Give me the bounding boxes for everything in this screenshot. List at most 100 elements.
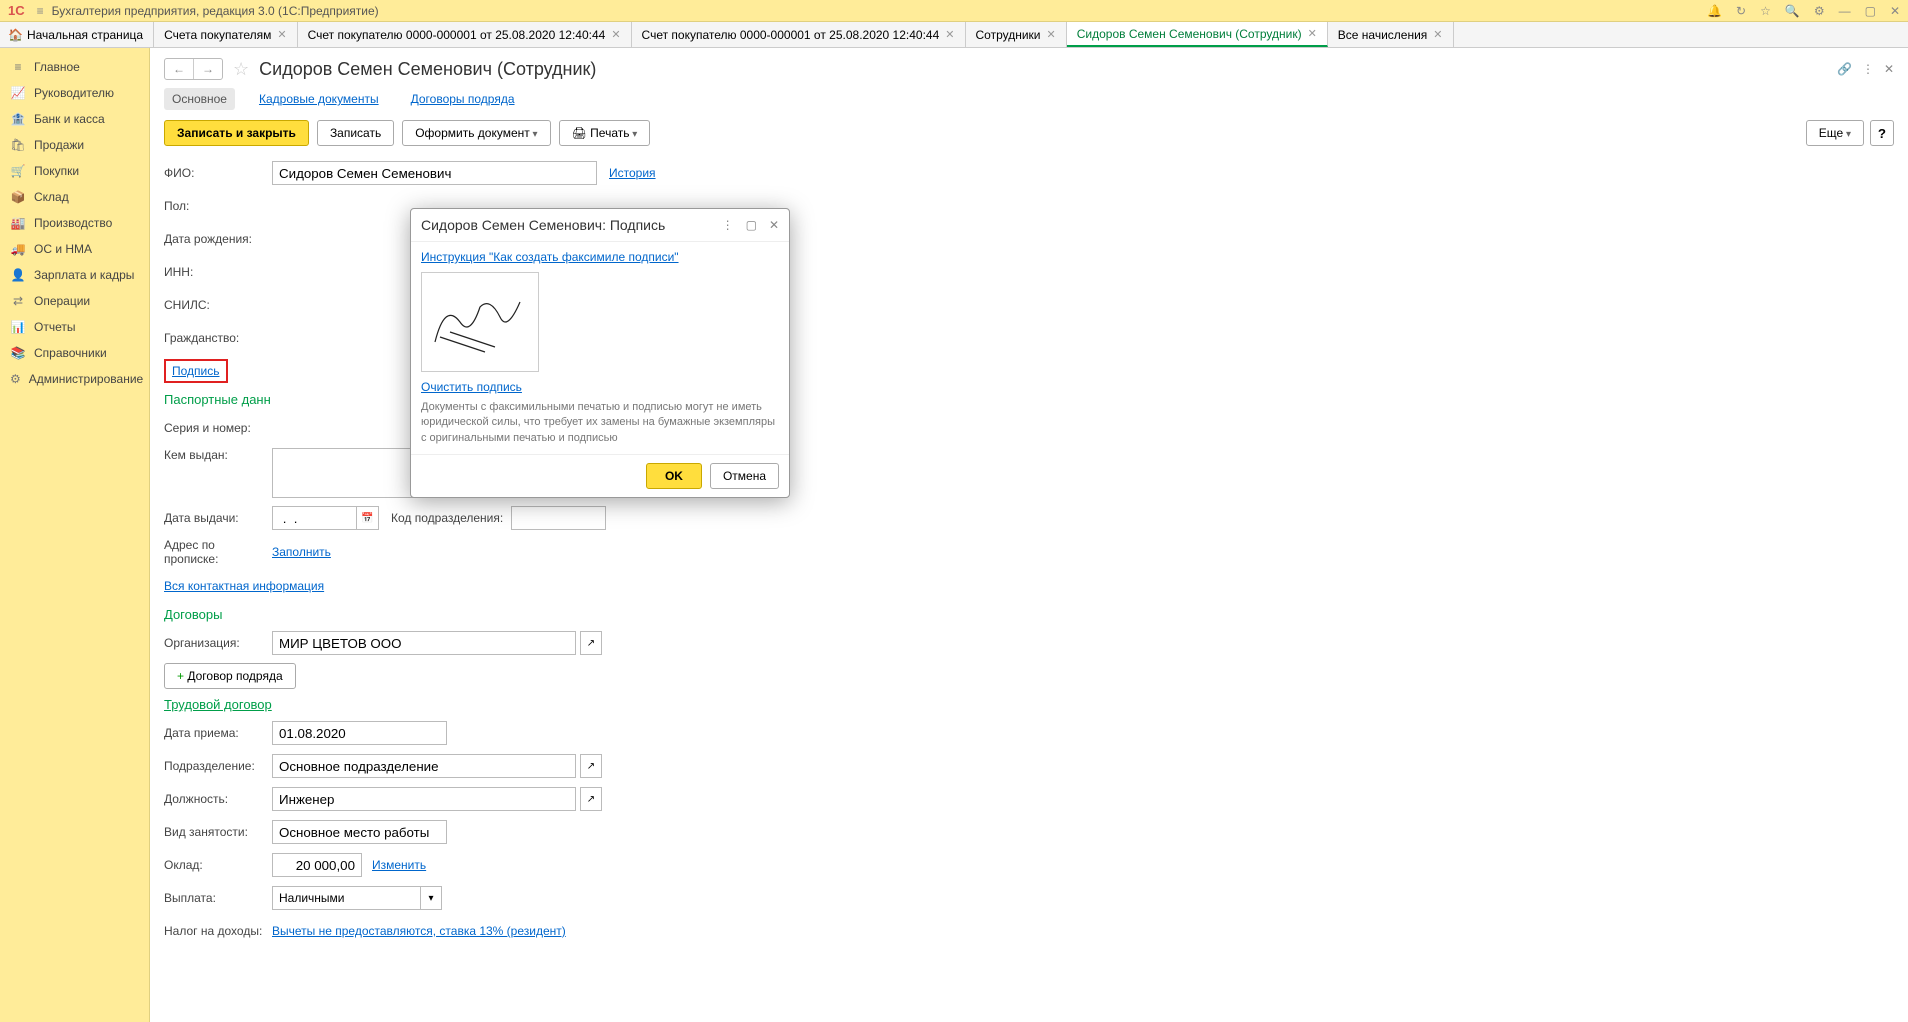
change-link[interactable]: Изменить <box>372 858 426 872</box>
payment-dropdown-icon[interactable]: ▾ <box>420 886 442 910</box>
minimize-icon[interactable]: — <box>1839 4 1851 18</box>
sidebar-item-label: Банк и касса <box>34 112 105 126</box>
salary-input[interactable] <box>272 853 362 877</box>
sidebar-item-production[interactable]: 🏭Производство <box>0 210 149 236</box>
tab-item[interactable]: Счет покупателю 0000-000001 от 25.08.202… <box>298 22 632 47</box>
help-button[interactable]: ? <box>1870 120 1894 146</box>
calendar-icon[interactable]: 📅 <box>357 506 379 530</box>
dept-input[interactable] <box>272 754 576 778</box>
address-label: Адрес по прописке: <box>164 538 272 566</box>
org-open-icon[interactable]: ↗ <box>580 631 602 655</box>
issue-date-input[interactable] <box>272 506 357 530</box>
sidebar-item-directories[interactable]: 📚Справочники <box>0 340 149 366</box>
sidebar-item-sales[interactable]: 🛍Продажи <box>0 132 149 158</box>
fio-input[interactable] <box>272 161 597 185</box>
clear-signature-link[interactable]: Очистить подпись <box>421 380 522 394</box>
more-button[interactable]: Еще <box>1806 120 1864 146</box>
hire-date-input[interactable] <box>272 721 447 745</box>
back-button[interactable]: ← <box>165 59 194 79</box>
contracts-section-head: Договоры <box>164 607 1894 622</box>
sidebar-item-label: ОС и НМА <box>34 242 92 256</box>
modal-maximize-icon[interactable]: ▢ <box>746 218 757 232</box>
tab-item[interactable]: Сотрудники✕ <box>966 22 1067 47</box>
print-button[interactable]: 🖨 Печать <box>559 120 651 146</box>
link-icon[interactable]: 🔗 <box>1837 62 1852 76</box>
cancel-button[interactable]: Отмена <box>710 463 779 489</box>
tab-label: Счета покупателям <box>164 28 271 42</box>
signature-link[interactable]: Подпись <box>172 364 220 378</box>
trud-section-head[interactable]: Трудовой договор <box>164 697 1894 712</box>
settings-icon[interactable]: ⚙ <box>1814 4 1825 18</box>
subtab-dogovor[interactable]: Договоры подряда <box>403 88 523 110</box>
tab-close-icon[interactable]: ✕ <box>611 28 620 41</box>
sidebar-item-purchases[interactable]: 🛒Покупки <box>0 158 149 184</box>
tab-item[interactable]: Счета покупателям ✕ <box>154 22 298 47</box>
tab-item[interactable]: Все начисления✕ <box>1328 22 1454 47</box>
sidebar-item-assets[interactable]: 🚚 ОС и НМА <box>0 236 149 262</box>
tab-bar: 🏠 Начальная страница Счета покупателям✕ … <box>0 22 1908 48</box>
modal-note: Документы с факсимильными печатью и подп… <box>421 400 779 446</box>
kebab-icon[interactable]: ⋮ <box>1862 62 1874 76</box>
dept-open-icon[interactable]: ↗ <box>580 754 602 778</box>
payment-label: Выплата: <box>164 891 272 905</box>
employment-input[interactable] <box>272 820 447 844</box>
content-area: ← → ☆ Сидоров Семен Семенович (Сотрудник… <box>150 48 1908 1022</box>
salary-label: Оклад: <box>164 858 272 872</box>
series-label: Серия и номер: <box>164 421 272 435</box>
tab-home[interactable]: 🏠 Начальная страница <box>0 22 154 47</box>
bell-icon[interactable]: 🔔 <box>1707 4 1722 18</box>
sidebar-item-operations[interactable]: ⇄Операции <box>0 288 149 314</box>
tab-close-icon[interactable]: ✕ <box>1047 28 1056 41</box>
subtab-kadr[interactable]: Кадровые документы <box>251 88 387 110</box>
app-logo: 1С <box>8 3 25 18</box>
tab-close-icon[interactable]: ✕ <box>1433 28 1442 41</box>
history-link[interactable]: История <box>609 166 656 180</box>
favorite-star-icon[interactable]: ☆ <box>233 59 249 80</box>
sidebar-item-label: Операции <box>34 294 90 308</box>
sidebar-item-bank[interactable]: 🏦Банк и касса <box>0 106 149 132</box>
sidebar-item-reports[interactable]: 📊Отчеты <box>0 314 149 340</box>
forward-button[interactable]: → <box>194 59 222 79</box>
title-bar: 1С ≡ Бухгалтерия предприятия, редакция 3… <box>0 0 1908 22</box>
sidebar-item-hr[interactable]: 👤Зарплата и кадры <box>0 262 149 288</box>
close-icon[interactable]: ✕ <box>1890 4 1900 18</box>
position-open-icon[interactable]: ↗ <box>580 787 602 811</box>
truck-icon: 🚚 <box>10 242 26 256</box>
tab-close-icon[interactable]: ✕ <box>277 28 286 41</box>
fill-link[interactable]: Заполнить <box>272 545 331 559</box>
pol-label: Пол: <box>164 199 272 213</box>
all-contact-link[interactable]: Вся контактная информация <box>164 579 324 593</box>
sidebar-item-warehouse[interactable]: 📦Склад <box>0 184 149 210</box>
books-icon: 📚 <box>10 346 26 360</box>
tab-item[interactable]: Счет покупателю 0000-000001 от 25.08.202… <box>632 22 966 47</box>
tab-close-icon[interactable]: ✕ <box>1308 27 1317 40</box>
hamburger-icon[interactable]: ≡ <box>37 4 44 18</box>
dept-code-input[interactable] <box>511 506 606 530</box>
sidebar-item-label: Администрирование <box>29 372 143 386</box>
fio-label: ФИО: <box>164 166 272 180</box>
org-input[interactable] <box>272 631 576 655</box>
sidebar-item-main[interactable]: ≡Главное <box>0 54 149 80</box>
position-input[interactable] <box>272 787 576 811</box>
ok-button[interactable]: OK <box>646 463 702 489</box>
maximize-icon[interactable]: ▢ <box>1865 4 1876 18</box>
save-button[interactable]: Записать <box>317 120 394 146</box>
star-icon[interactable]: ☆ <box>1760 4 1771 18</box>
dept-label: Подразделение: <box>164 759 272 773</box>
history-icon[interactable]: ↻ <box>1736 4 1746 18</box>
tab-item-active[interactable]: Сидоров Семен Семенович (Сотрудник)✕ <box>1067 22 1328 47</box>
subtab-main[interactable]: Основное <box>164 88 235 110</box>
instruction-link[interactable]: Инструкция "Как создать факсимиле подпис… <box>421 250 679 264</box>
sidebar-item-manager[interactable]: 📈Руководителю <box>0 80 149 106</box>
save-close-button[interactable]: Записать и закрыть <box>164 120 309 146</box>
close-page-icon[interactable]: ✕ <box>1884 62 1894 76</box>
oformit-button[interactable]: Оформить документ <box>402 120 550 146</box>
modal-kebab-icon[interactable]: ⋮ <box>722 218 734 232</box>
search-icon[interactable]: 🔍 <box>1785 4 1800 18</box>
tax-link[interactable]: Вычеты не предоставляются, ставка 13% (р… <box>272 924 566 938</box>
tab-close-icon[interactable]: ✕ <box>945 28 954 41</box>
sidebar-item-admin[interactable]: ⚙Администрирование <box>0 366 149 392</box>
payment-select[interactable]: Наличными <box>272 886 420 910</box>
modal-close-icon[interactable]: ✕ <box>769 218 779 232</box>
add-contract-button[interactable]: + Договор подряда <box>164 663 296 689</box>
